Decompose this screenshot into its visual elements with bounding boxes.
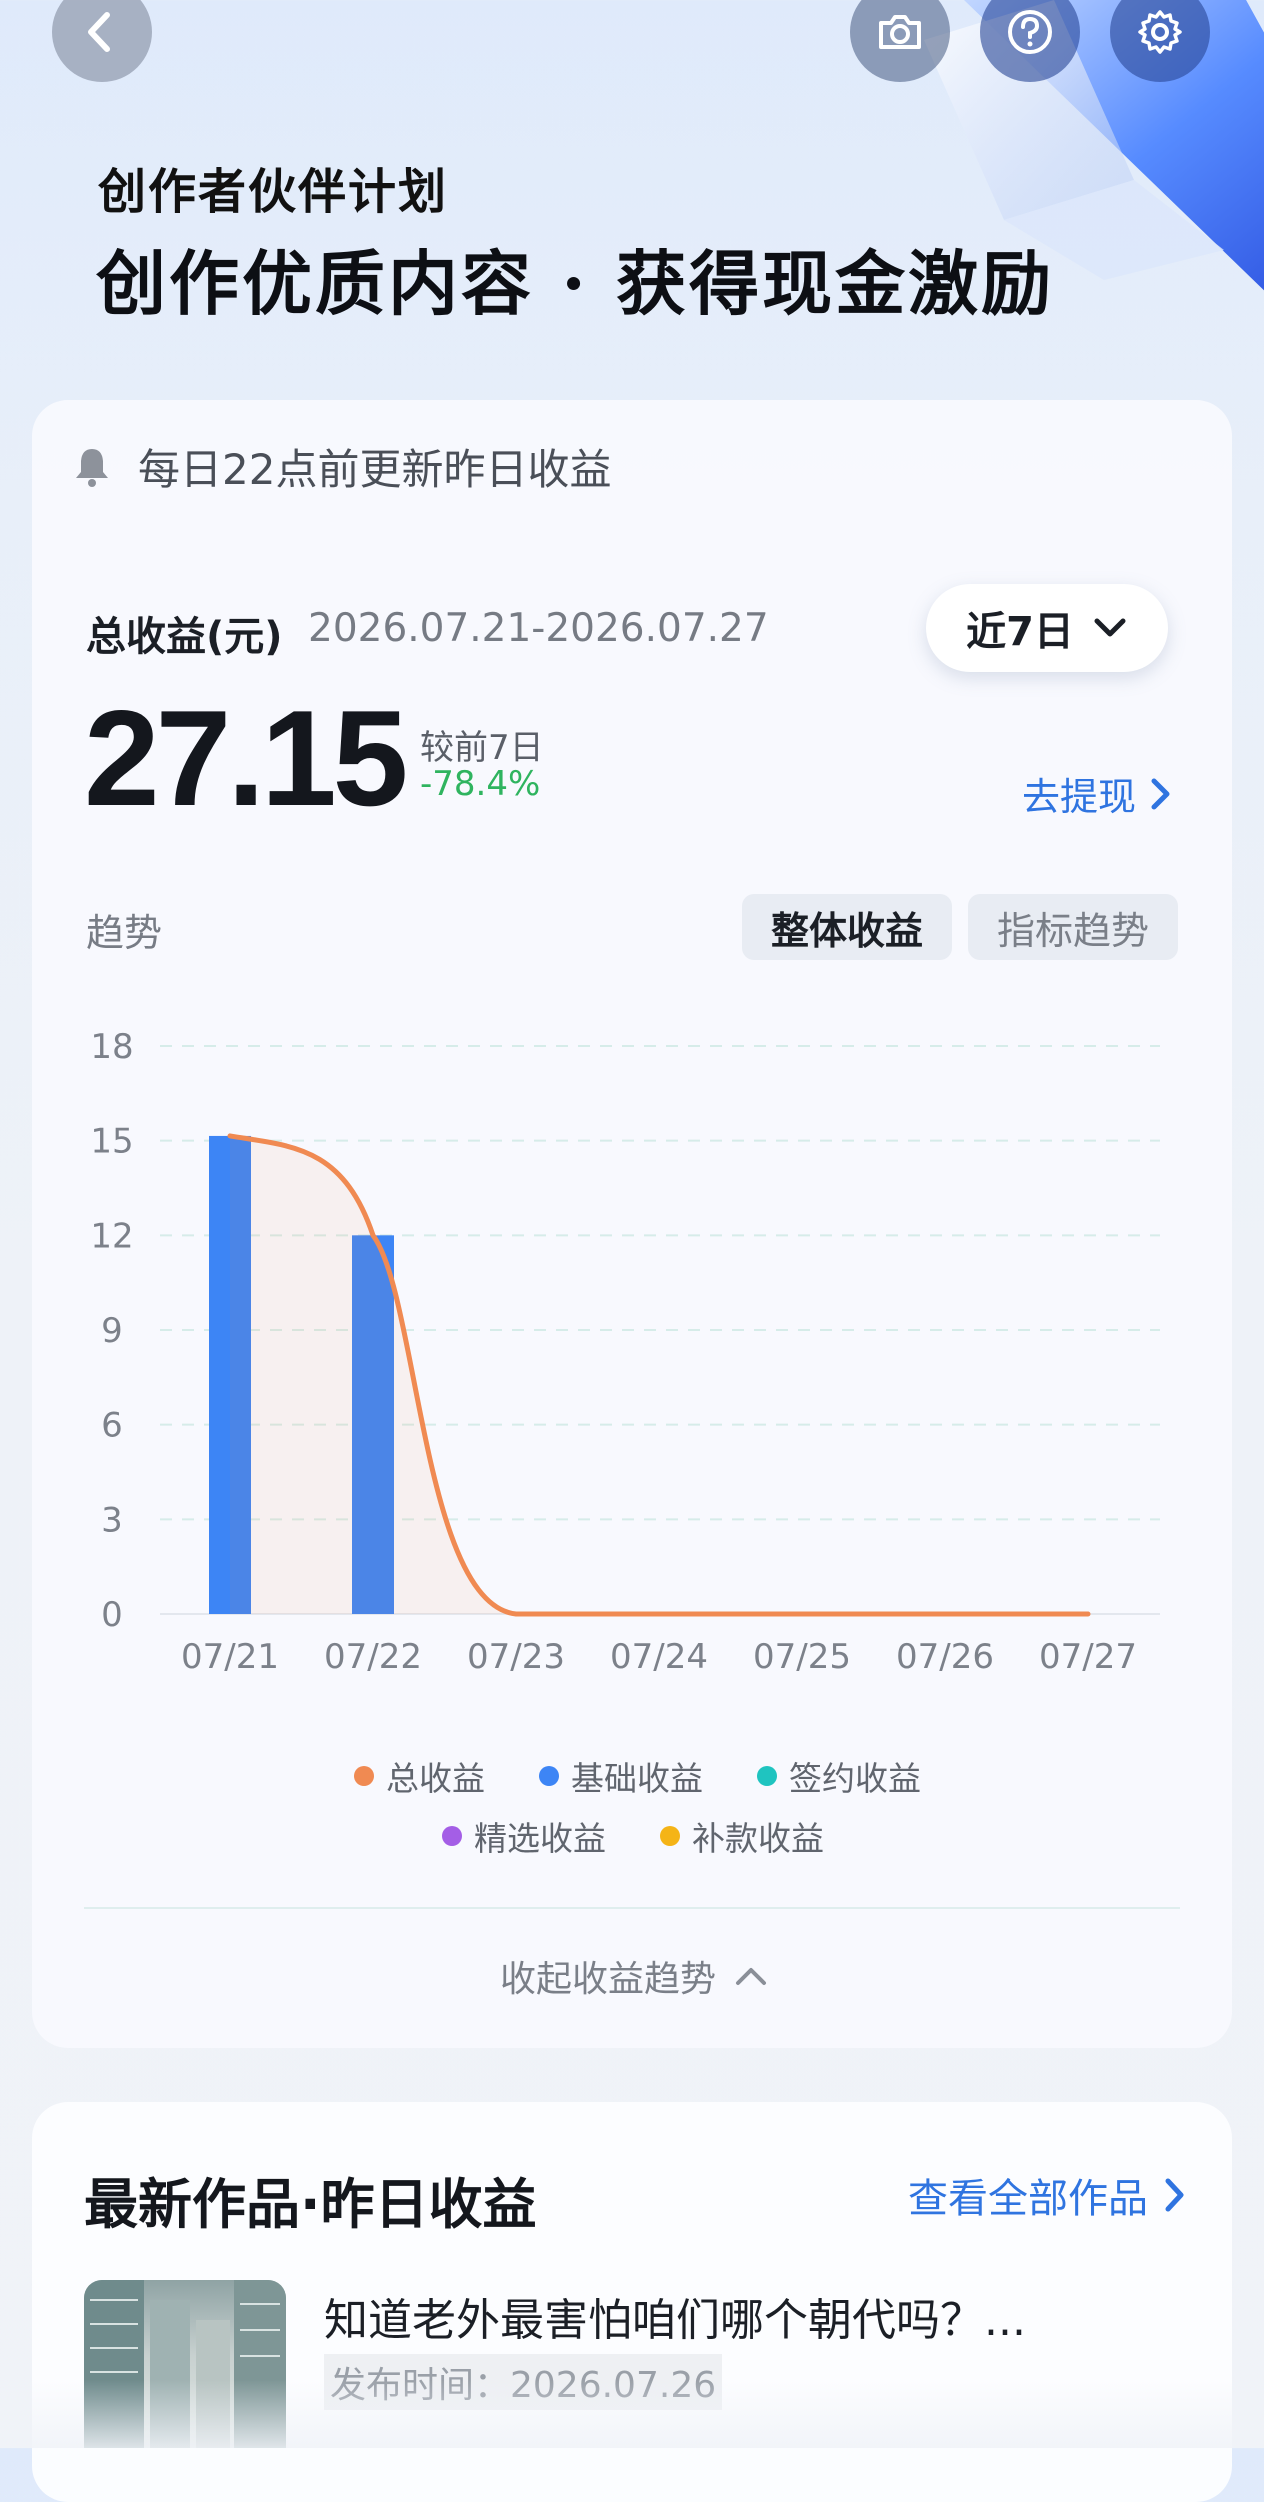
legend-item[interactable]: 补款收益 [660,1812,824,1860]
y-tick-label: 3 [101,1500,123,1540]
area-总收益 [230,1135,1088,1614]
legend-item[interactable]: 基础收益 [539,1752,703,1800]
view-all-label: 查看全部作品 [908,2176,1148,2222]
earnings-chart: 0 3 6 9 12 15 18 07/21 07/22 07/23 07/24 07/25 07/26… [90,1027,1160,1677]
x-tick-label: 07/26 [896,1637,994,1677]
x-tick-label: 07/23 [467,1637,565,1677]
legend-dot [442,1826,462,1846]
work-title[interactable]: 知道老外最害怕咱们哪个朝代吗？... [324,2284,1026,2348]
x-tick-label: 07/24 [610,1637,708,1677]
y-tick-label: 6 [101,1406,123,1446]
x-tick-label: 07/27 [1039,1637,1137,1677]
chart-legend-row-1: 总收益 基础收益 签约收益 [354,1752,921,1800]
y-tick-label: 15 [90,1122,133,1162]
legend-label: 补款收益 [692,1819,824,1858]
y-tick-label: 12 [90,1216,133,1256]
x-tick-label: 07/22 [324,1637,422,1677]
collapse-label: 收起收益趋势 [500,1959,717,2000]
bottom-fade [0,2380,1264,2448]
y-tick-label: 0 [101,1595,123,1635]
x-tick-label: 07/25 [753,1637,851,1677]
divider [84,1907,1180,1909]
chevron-up-icon [736,1968,767,1985]
legend-label: 基础收益 [571,1759,703,1798]
view-all-works-link[interactable]: 查看全部作品 [908,2166,1186,2224]
legend-label: 签约收益 [789,1759,921,1798]
legend-label: 总收益 [386,1759,485,1798]
legend-dot [539,1766,559,1786]
collapse-trend-button[interactable]: 收起收益趋势 [500,1950,768,2002]
legend-item[interactable]: 精选收益 [442,1812,606,1860]
legend-dot [354,1766,374,1786]
legend-dot [757,1766,777,1786]
legend-item[interactable]: 签约收益 [757,1752,921,1800]
latest-works-title: 最新作品·昨日收益 [84,2173,537,2236]
legend-dot [660,1826,680,1846]
x-tick-label: 07/21 [181,1637,279,1677]
chart-legend-row-2: 精选收益 补款收益 [442,1812,824,1860]
y-tick-label: 9 [101,1311,123,1351]
chevron-right-icon [1165,2178,1184,2212]
legend-label: 精选收益 [474,1819,606,1858]
legend-item[interactable]: 总收益 [354,1752,485,1800]
y-tick-label: 18 [90,1027,133,1067]
